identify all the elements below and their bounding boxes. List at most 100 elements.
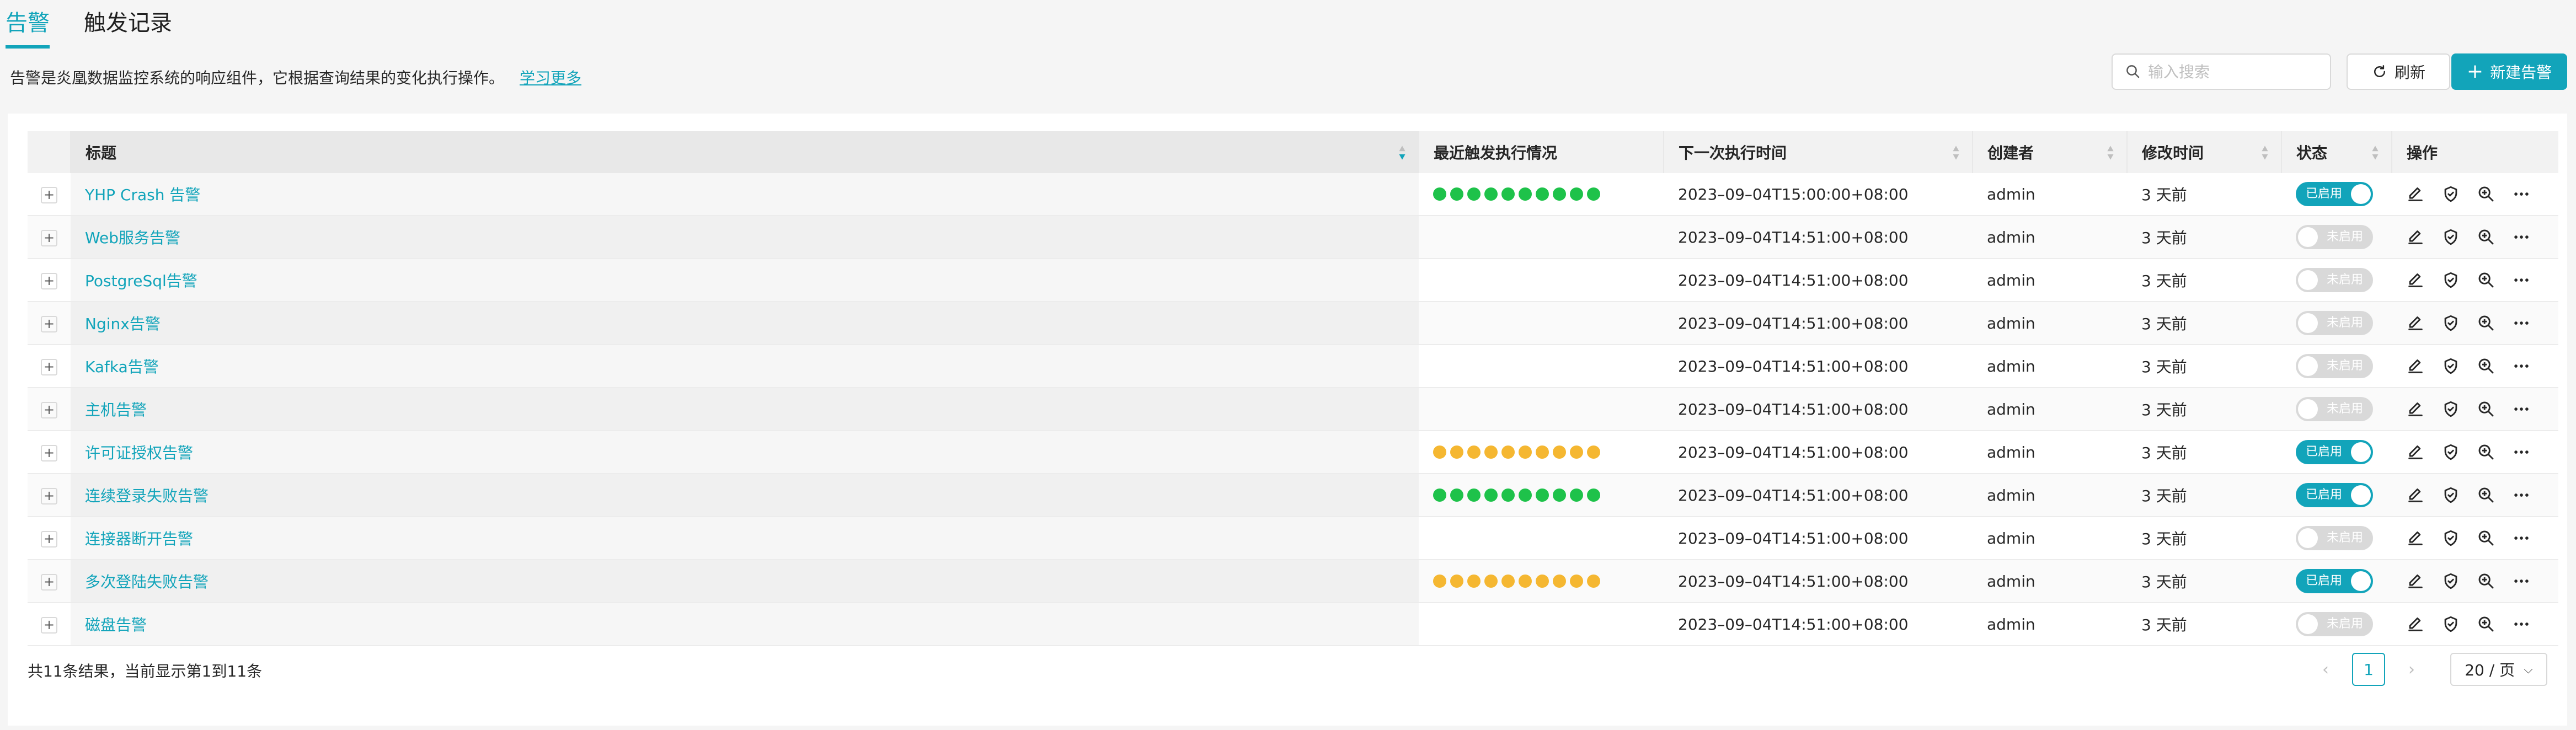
more-icon[interactable] <box>2512 615 2531 634</box>
more-icon[interactable] <box>2512 529 2531 548</box>
status-toggle[interactable]: 未启用 <box>2296 354 2373 378</box>
status-toggle[interactable]: 未启用 <box>2296 311 2373 335</box>
more-icon[interactable] <box>2512 400 2531 418</box>
edit-icon[interactable] <box>2406 228 2425 246</box>
alert-title-link[interactable]: 多次登陆失败告警 <box>85 573 209 591</box>
more-icon[interactable] <box>2512 271 2531 289</box>
shield-icon[interactable] <box>2441 357 2460 375</box>
status-toggle[interactable]: 已启用 <box>2296 440 2373 464</box>
sort-icon[interactable] <box>1952 145 1960 160</box>
expand-row-button[interactable]: + <box>41 402 57 418</box>
column-header-status[interactable]: 状态 <box>2281 131 2392 173</box>
page-number-current[interactable]: 1 <box>2352 653 2385 686</box>
zoom-in-icon[interactable] <box>2477 271 2495 289</box>
edit-icon[interactable] <box>2406 615 2425 634</box>
refresh-button[interactable]: 刷新 <box>2347 53 2450 90</box>
alert-title-link[interactable]: 许可证授权告警 <box>85 444 193 462</box>
tab-alerts[interactable]: 告警 <box>6 6 50 49</box>
zoom-in-icon[interactable] <box>2477 314 2495 332</box>
alert-title-link[interactable]: Web服务告警 <box>85 229 180 247</box>
zoom-in-icon[interactable] <box>2477 443 2495 461</box>
edit-icon[interactable] <box>2406 185 2425 203</box>
status-toggle[interactable]: 未启用 <box>2296 268 2373 292</box>
expand-row-button[interactable]: + <box>41 359 57 375</box>
more-icon[interactable] <box>2512 443 2531 461</box>
expand-row-button[interactable]: + <box>41 273 57 289</box>
alert-title-link[interactable]: PostgreSql告警 <box>85 272 197 290</box>
prev-page-button[interactable]: ‹ <box>2309 653 2342 686</box>
alert-title-link[interactable]: Nginx告警 <box>85 315 161 333</box>
toggle-knob <box>2351 442 2371 462</box>
edit-icon[interactable] <box>2406 271 2425 289</box>
edit-icon[interactable] <box>2406 357 2425 375</box>
shield-icon[interactable] <box>2441 529 2460 548</box>
more-icon[interactable] <box>2512 486 2531 504</box>
next-page-button[interactable]: › <box>2395 653 2428 686</box>
expand-row-button[interactable]: + <box>41 445 57 461</box>
shield-icon[interactable] <box>2441 400 2460 418</box>
more-icon[interactable] <box>2512 185 2531 203</box>
zoom-in-icon[interactable] <box>2477 400 2495 418</box>
status-toggle[interactable]: 未启用 <box>2296 526 2373 550</box>
shield-icon[interactable] <box>2441 615 2460 634</box>
expand-row-button[interactable]: + <box>41 187 57 203</box>
search-input[interactable] <box>2147 62 2326 82</box>
zoom-in-icon[interactable] <box>2477 228 2495 246</box>
zoom-in-icon[interactable] <box>2477 615 2495 634</box>
shield-icon[interactable] <box>2441 486 2460 504</box>
expand-row-button[interactable]: + <box>41 574 57 591</box>
learn-more-link[interactable]: 学习更多 <box>520 69 581 87</box>
alert-title-link[interactable]: 主机告警 <box>85 401 147 419</box>
edit-icon[interactable] <box>2406 572 2425 591</box>
search-box[interactable] <box>2112 53 2331 90</box>
zoom-in-icon[interactable] <box>2477 529 2495 548</box>
expand-row-button[interactable]: + <box>41 488 57 504</box>
new-alert-button[interactable]: + 新建告警 <box>2451 53 2567 90</box>
shield-icon[interactable] <box>2441 572 2460 591</box>
expand-row-button[interactable]: + <box>41 316 57 332</box>
tab-trigger-records[interactable]: 触发记录 <box>84 6 172 41</box>
alert-title-link[interactable]: 连续登录失败告警 <box>85 487 209 505</box>
zoom-in-icon[interactable] <box>2477 185 2495 203</box>
sort-icon[interactable] <box>2371 145 2379 160</box>
column-header-title[interactable]: 标题 <box>71 131 1419 173</box>
status-toggle[interactable]: 已启用 <box>2296 569 2373 593</box>
alert-title-link[interactable]: Kafka告警 <box>85 358 159 376</box>
status-toggle[interactable]: 已启用 <box>2296 182 2373 206</box>
expand-row-button[interactable]: + <box>41 617 57 634</box>
edit-icon[interactable] <box>2406 314 2425 332</box>
more-icon[interactable] <box>2512 314 2531 332</box>
sort-icon[interactable] <box>2107 145 2114 160</box>
edit-icon[interactable] <box>2406 400 2425 418</box>
expand-cell: + <box>28 259 71 302</box>
more-icon[interactable] <box>2512 357 2531 375</box>
alert-title-link[interactable]: 磁盘告警 <box>85 616 147 634</box>
column-header-modified[interactable]: 修改时间 <box>2127 131 2282 173</box>
sort-icon[interactable] <box>2261 145 2269 160</box>
status-toggle[interactable]: 未启用 <box>2296 612 2373 636</box>
expand-row-button[interactable]: + <box>41 531 57 548</box>
status-toggle[interactable]: 未启用 <box>2296 397 2373 421</box>
edit-icon[interactable] <box>2406 529 2425 548</box>
status-toggle[interactable]: 未启用 <box>2296 225 2373 249</box>
shield-icon[interactable] <box>2441 443 2460 461</box>
more-icon[interactable] <box>2512 228 2531 246</box>
column-header-creator[interactable]: 创建者 <box>1973 131 2128 173</box>
edit-icon[interactable] <box>2406 486 2425 504</box>
sort-icon[interactable] <box>1398 145 1406 160</box>
zoom-in-icon[interactable] <box>2477 572 2495 591</box>
page-size-select[interactable]: 20 / 页 ⌵ <box>2450 653 2547 686</box>
column-header-next-run[interactable]: 下一次执行时间 <box>1664 131 1973 173</box>
status-toggle[interactable]: 已启用 <box>2296 483 2373 507</box>
alert-title-link[interactable]: YHP Crash 告警 <box>85 186 200 204</box>
zoom-in-icon[interactable] <box>2477 357 2495 375</box>
shield-icon[interactable] <box>2441 185 2460 203</box>
shield-icon[interactable] <box>2441 271 2460 289</box>
zoom-in-icon[interactable] <box>2477 486 2495 504</box>
shield-icon[interactable] <box>2441 314 2460 332</box>
edit-icon[interactable] <box>2406 443 2425 461</box>
shield-icon[interactable] <box>2441 228 2460 246</box>
more-icon[interactable] <box>2512 572 2531 591</box>
expand-row-button[interactable]: + <box>41 230 57 246</box>
alert-title-link[interactable]: 连接器断开告警 <box>85 530 193 548</box>
